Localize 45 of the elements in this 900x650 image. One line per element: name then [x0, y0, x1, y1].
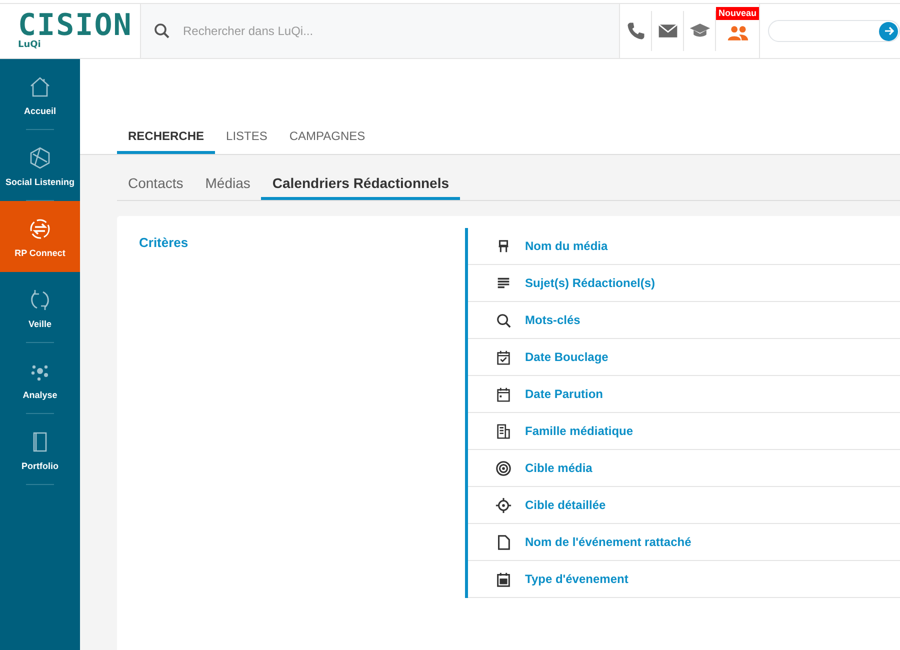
criterion-link[interactable]: Cible détaillée: [525, 498, 606, 512]
logo-subtitle: LuQi: [18, 40, 42, 50]
sidebar-item[interactable]: RP Connect: [0, 201, 80, 272]
tab[interactable]: CAMPAGNES: [278, 129, 376, 154]
criterion-link[interactable]: Mots-clés: [525, 313, 580, 327]
criterion-link[interactable]: Famille médiatique: [525, 424, 634, 438]
target-icon: [495, 460, 512, 476]
sidebar-label: Accueil: [24, 106, 56, 116]
people-button[interactable]: Nouveau: [716, 4, 760, 58]
criterion-link[interactable]: Cible média: [525, 461, 592, 475]
criterion-link[interactable]: Nom de l'événement rattaché: [525, 535, 692, 549]
sidebar-item[interactable]: Accueil: [0, 59, 80, 130]
sub-tab[interactable]: Médias: [194, 175, 262, 200]
sidebar-item[interactable]: Portfolio: [0, 414, 80, 485]
sidebar-label: RP Connect: [14, 248, 66, 258]
sidebar-label: Analyse: [22, 390, 58, 400]
crosshair-icon: [495, 496, 512, 514]
logo: CISION: [18, 12, 134, 40]
sidebar-label: Social Listening: [5, 176, 74, 186]
file-icon: [495, 534, 512, 550]
sidebar-label: Portfolio: [22, 460, 58, 470]
sidebar-item[interactable]: Analyse: [0, 343, 80, 414]
quick-input-field[interactable]: [768, 20, 900, 42]
search-field[interactable]: Rechercher dans LuQi...: [181, 23, 485, 39]
sidebar-item[interactable]: Veille: [0, 272, 80, 343]
calendar-icon: [495, 570, 512, 588]
document-icon: [495, 422, 512, 440]
tab[interactable]: RECHERCHE: [117, 129, 216, 154]
calendar-check-icon: [495, 348, 512, 366]
criterion-link[interactable]: Date Parution: [525, 387, 604, 401]
search-icon: [495, 312, 512, 328]
sub-tab[interactable]: Calendriers Rédactionnels: [261, 175, 460, 200]
criterion-link[interactable]: Type d'évenement: [525, 572, 628, 586]
search-icon: [153, 22, 171, 40]
calendar-icon: [495, 386, 512, 402]
criterion-link[interactable]: Sujet(s) Rédactionel(s): [525, 276, 656, 290]
criteria-title: Critères: [139, 235, 188, 250]
criterion-link[interactable]: Date Bouclage: [525, 350, 608, 364]
sidebar-item[interactable]: Social Listening: [0, 130, 80, 201]
tab[interactable]: LISTES: [215, 129, 278, 154]
sidebar-label: Veille: [28, 318, 52, 328]
sub-tab[interactable]: Contacts: [117, 175, 194, 200]
arrow-right-icon: [882, 25, 894, 37]
new-badge: Nouveau: [716, 7, 758, 20]
criterion-link[interactable]: Nom du média: [525, 239, 608, 253]
